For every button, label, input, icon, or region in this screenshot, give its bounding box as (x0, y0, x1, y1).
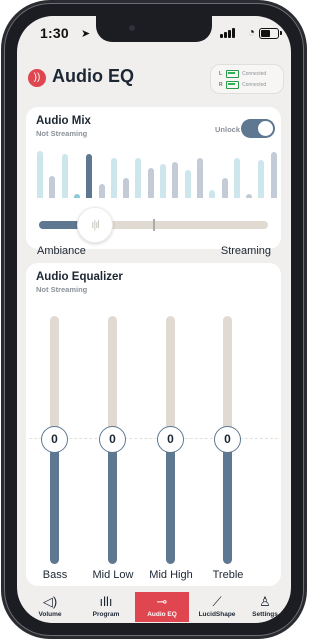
bass-slider-knob[interactable]: 0 (41, 426, 68, 453)
unlock-label: Unlock (214, 125, 240, 134)
audio-mix-title: Audio Mix (36, 115, 91, 127)
mid-low-slider-knob[interactable]: 0 (99, 426, 126, 453)
tab-bar: ◁) Volume ıllı Program ⊸ Audio EQ ⟋ Luci… (17, 592, 291, 623)
treble-slider-knob[interactable]: 0 (214, 426, 241, 453)
battery-icon (226, 70, 239, 78)
audio-level-bar (160, 164, 166, 198)
app-logo-icon: )) (28, 69, 46, 87)
audio-level-visualizer (37, 151, 277, 198)
tab-lucidshape[interactable]: ⟋ LucidShape (191, 592, 243, 622)
tab-program[interactable]: ıllı Program (77, 592, 135, 622)
phone-frame: 1:30 ➤ ◔ )) Audio EQ L Connected R Conne… (4, 3, 304, 636)
audio-level-bar (123, 178, 130, 198)
sliders-icon: ⊸ (156, 594, 168, 609)
audio-mix-card: Audio Mix Not Streaming Unlock ı|ıl Ambi… (26, 107, 281, 257)
audio-level-bar (233, 158, 240, 198)
audio-level-bar (37, 151, 43, 198)
audio-level-bar (246, 194, 253, 198)
right-device-status: R Connected (219, 81, 267, 89)
audio-level-bar (196, 158, 203, 198)
ambiance-label: Ambiance (37, 245, 86, 257)
audio-level-bar (209, 190, 216, 198)
audio-mix-subtitle: Not Streaming (36, 129, 88, 138)
header: )) Audio EQ L Connected R Connected (17, 56, 291, 100)
mid-high-slider-knob[interactable]: 0 (157, 426, 184, 453)
streaming-label: Streaming (220, 245, 271, 257)
audio-level-bar (147, 168, 154, 198)
battery-icon (259, 28, 282, 39)
unlock-toggle[interactable] (241, 119, 275, 138)
audio-mix-slider-track[interactable] (39, 219, 268, 231)
person-icon: ♙ (259, 594, 271, 609)
connection-status[interactable]: L Connected R Connected (210, 64, 284, 94)
audio-equalizer-card: Audio Equalizer Not Streaming 0 Bass 0 M… (26, 263, 281, 586)
audio-level-bar (61, 154, 68, 198)
audio-level-bar (49, 176, 56, 198)
audio-level-bar (86, 154, 93, 198)
audio-level-bar (98, 184, 105, 198)
page-title: Audio EQ (52, 66, 134, 86)
audio-mix-slider-thumb[interactable]: ı|ıl (77, 207, 113, 243)
audio-level-bar (73, 194, 80, 198)
audio-level-bar (270, 152, 277, 198)
equalizer-title: Audio Equalizer (36, 271, 123, 283)
wifi-icon: ◔ (247, 25, 255, 39)
audio-level-bar (172, 162, 179, 198)
notch (96, 16, 212, 42)
speaker-icon: ◁) (42, 594, 58, 609)
audio-level-bar (221, 178, 228, 198)
waveform-icon: ıllı (99, 594, 113, 609)
chart-line-icon: ⟋ (212, 594, 222, 609)
tab-audio-eq[interactable]: ⊸ Audio EQ (135, 592, 189, 622)
tab-volume[interactable]: ◁) Volume (27, 592, 73, 622)
audio-level-bar (135, 158, 142, 198)
treble-label: Treble (212, 569, 244, 581)
signal-icon (220, 28, 235, 38)
audio-mix-center-mark (153, 219, 155, 231)
tab-settings[interactable]: ♙ Settings (245, 592, 285, 622)
location-arrow-icon: ➤ (81, 28, 91, 40)
audio-level-bar (184, 170, 191, 198)
audio-level-bar (258, 160, 265, 198)
app-screen: 1:30 ➤ ◔ )) Audio EQ L Connected R Conne… (17, 16, 291, 623)
left-device-status: L Connected (219, 70, 267, 78)
equalizer-subtitle: Not Streaming (36, 285, 88, 294)
audio-level-bar (110, 158, 117, 198)
battery-icon (226, 81, 239, 89)
status-time: 1:30 (40, 25, 69, 41)
